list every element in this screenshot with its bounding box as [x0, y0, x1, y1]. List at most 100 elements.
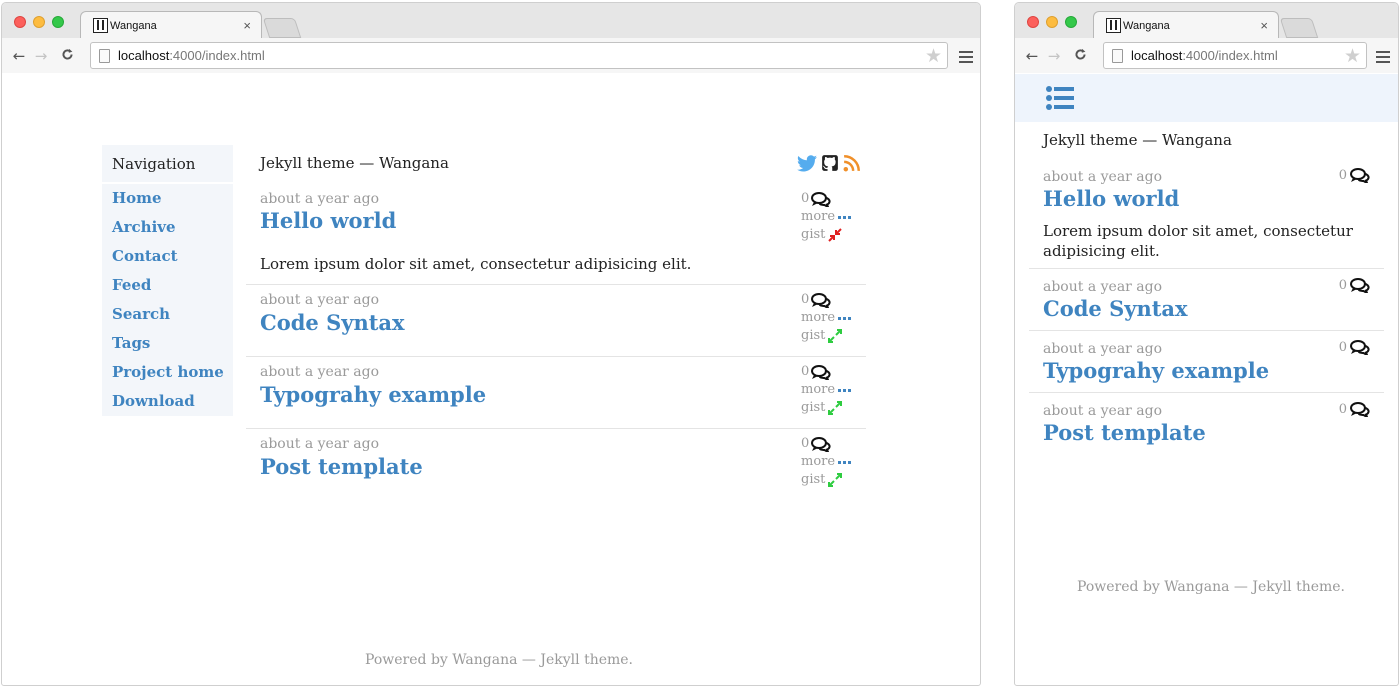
- page-icon: [99, 48, 110, 63]
- comment-count: 0: [801, 292, 810, 307]
- comments-icon[interactable]: [1350, 340, 1370, 355]
- nav-item-home[interactable]: Home: [102, 184, 233, 213]
- back-arrow-icon[interactable]: ←: [8, 47, 30, 65]
- hamburger-menu-icon[interactable]: [1376, 51, 1390, 66]
- post-title-link[interactable]: Code Syntax: [260, 310, 405, 335]
- forward-arrow-icon[interactable]: →: [30, 47, 52, 65]
- reload-icon[interactable]: [1069, 47, 1091, 65]
- expand-arrows-icon[interactable]: [828, 473, 843, 487]
- tab-strip: Wangana ×: [2, 3, 980, 39]
- minimize-window-button[interactable]: [33, 16, 45, 28]
- nav-item-feed[interactable]: Feed: [102, 271, 233, 300]
- browser-tab[interactable]: Wangana ×: [1093, 11, 1279, 39]
- nav-item-search[interactable]: Search: [102, 300, 233, 329]
- back-arrow-icon[interactable]: ←: [1021, 47, 1043, 65]
- more-label[interactable]: more: [801, 309, 835, 327]
- sidebar-navigation: Navigation Home Archive Contact Feed Sea…: [102, 145, 233, 416]
- expand-arrows-icon[interactable]: [828, 401, 843, 415]
- post-title-link[interactable]: Typograhy example: [1043, 358, 1269, 383]
- zoom-window-button[interactable]: [52, 16, 64, 28]
- post-meta: 0: [1339, 168, 1370, 183]
- collapse-arrows-icon[interactable]: [828, 228, 843, 242]
- post-title-link[interactable]: Hello world: [260, 208, 396, 233]
- more-label[interactable]: more: [801, 453, 835, 471]
- post-date: about a year ago: [260, 436, 380, 452]
- post-title-link[interactable]: Post template: [1043, 420, 1206, 445]
- new-tab-button[interactable]: [1279, 18, 1319, 38]
- nav-item-contact[interactable]: Contact: [102, 242, 233, 271]
- more-dots-icon[interactable]: [838, 215, 852, 219]
- window-controls: [14, 16, 64, 28]
- post-excerpt: Lorem ipsum dolor sit amet, consectetur …: [260, 255, 692, 273]
- more-dots-icon[interactable]: [838, 316, 852, 320]
- gist-label[interactable]: gist: [801, 471, 825, 489]
- comments-icon[interactable]: [811, 364, 831, 380]
- github-icon[interactable]: [821, 154, 839, 172]
- new-tab-button[interactable]: [262, 18, 302, 38]
- more-label[interactable]: more: [801, 208, 835, 226]
- post-date: about a year ago: [260, 292, 380, 308]
- gist-label[interactable]: gist: [801, 226, 825, 244]
- post-meta: 0: [1339, 402, 1370, 417]
- mobile-header-bar: [1015, 74, 1398, 122]
- post-meta: 0 more gist: [801, 291, 852, 345]
- tab-close-icon[interactable]: ×: [1260, 18, 1268, 33]
- nav-item-project-home[interactable]: Project home: [102, 358, 233, 387]
- address-bar[interactable]: localhost:4000/index.html ★: [90, 42, 948, 69]
- close-window-button[interactable]: [1027, 16, 1039, 28]
- address-bar[interactable]: localhost:4000/index.html ★: [1103, 42, 1367, 69]
- url-host: localhost: [1131, 48, 1183, 63]
- post-item-post-template: about a year ago Post template 0: [1029, 393, 1384, 455]
- post-item-hello-world: about a year ago Hello world Lorem ipsum…: [246, 184, 866, 285]
- nav-item-tags[interactable]: Tags: [102, 329, 233, 358]
- bookmark-star-icon[interactable]: ★: [925, 45, 942, 67]
- post-excerpt-line: adipisicing elit.: [1043, 242, 1160, 260]
- comments-icon[interactable]: [1350, 278, 1370, 293]
- mobile-browser-window: Wangana × ← → localhost:4000/index.html …: [1014, 2, 1399, 686]
- page-footer: Powered by Wangana — Jekyll theme.: [1077, 579, 1346, 595]
- list-menu-icon[interactable]: [1046, 86, 1074, 110]
- browser-tab[interactable]: Wangana ×: [80, 11, 262, 39]
- browser-toolbar: ← → localhost:4000/index.html ★: [2, 38, 980, 73]
- post-date: about a year ago: [260, 191, 380, 207]
- comment-count: 0: [801, 436, 810, 451]
- bookmark-star-icon[interactable]: ★: [1344, 45, 1361, 67]
- hamburger-menu-icon[interactable]: [959, 51, 973, 66]
- close-window-button[interactable]: [14, 16, 26, 28]
- nav-item-archive[interactable]: Archive: [102, 213, 233, 242]
- comments-icon[interactable]: [811, 292, 831, 308]
- tab-close-icon[interactable]: ×: [243, 18, 251, 33]
- comments-icon[interactable]: [1350, 168, 1370, 183]
- gist-label[interactable]: gist: [801, 327, 825, 345]
- favicon-icon: [1106, 18, 1121, 33]
- post-title-link[interactable]: Typograhy example: [260, 382, 486, 407]
- comments-icon[interactable]: [1350, 402, 1370, 417]
- forward-arrow-icon[interactable]: →: [1043, 47, 1065, 65]
- comments-icon[interactable]: [811, 191, 831, 207]
- zoom-window-button[interactable]: [1065, 16, 1077, 28]
- minimize-window-button[interactable]: [1046, 16, 1058, 28]
- rss-icon[interactable]: [843, 154, 861, 172]
- post-excerpt-line: Lorem ipsum dolor sit amet, consectetur: [1043, 222, 1353, 240]
- nav-item-download[interactable]: Download: [102, 387, 233, 416]
- post-excerpt: Lorem ipsum dolor sit amet, consectetur …: [1043, 221, 1363, 261]
- twitter-icon[interactable]: [797, 154, 817, 172]
- more-dots-icon[interactable]: [838, 388, 852, 392]
- expand-arrows-icon[interactable]: [828, 329, 843, 343]
- more-dots-icon[interactable]: [838, 460, 852, 464]
- tab-title: Wangana: [110, 19, 157, 32]
- browser-chrome: Wangana × ← → localhost:4000/index.html …: [1015, 3, 1398, 73]
- comments-icon[interactable]: [811, 436, 831, 452]
- post-title-link[interactable]: Hello world: [1043, 186, 1179, 211]
- post-item-typography: about a year ago Typograhy example 0 mor…: [246, 357, 866, 429]
- reload-icon[interactable]: [56, 47, 78, 65]
- url-host: localhost: [118, 48, 170, 63]
- page-icon: [1112, 48, 1123, 63]
- page-footer: Powered by Wangana — Jekyll theme.: [365, 652, 634, 668]
- comment-count: 0: [1338, 340, 1347, 355]
- more-label[interactable]: more: [801, 381, 835, 399]
- gist-label[interactable]: gist: [801, 399, 825, 417]
- post-title-link[interactable]: Post template: [260, 454, 423, 479]
- post-title-link[interactable]: Code Syntax: [1043, 296, 1188, 321]
- post-date: about a year ago: [1043, 403, 1163, 419]
